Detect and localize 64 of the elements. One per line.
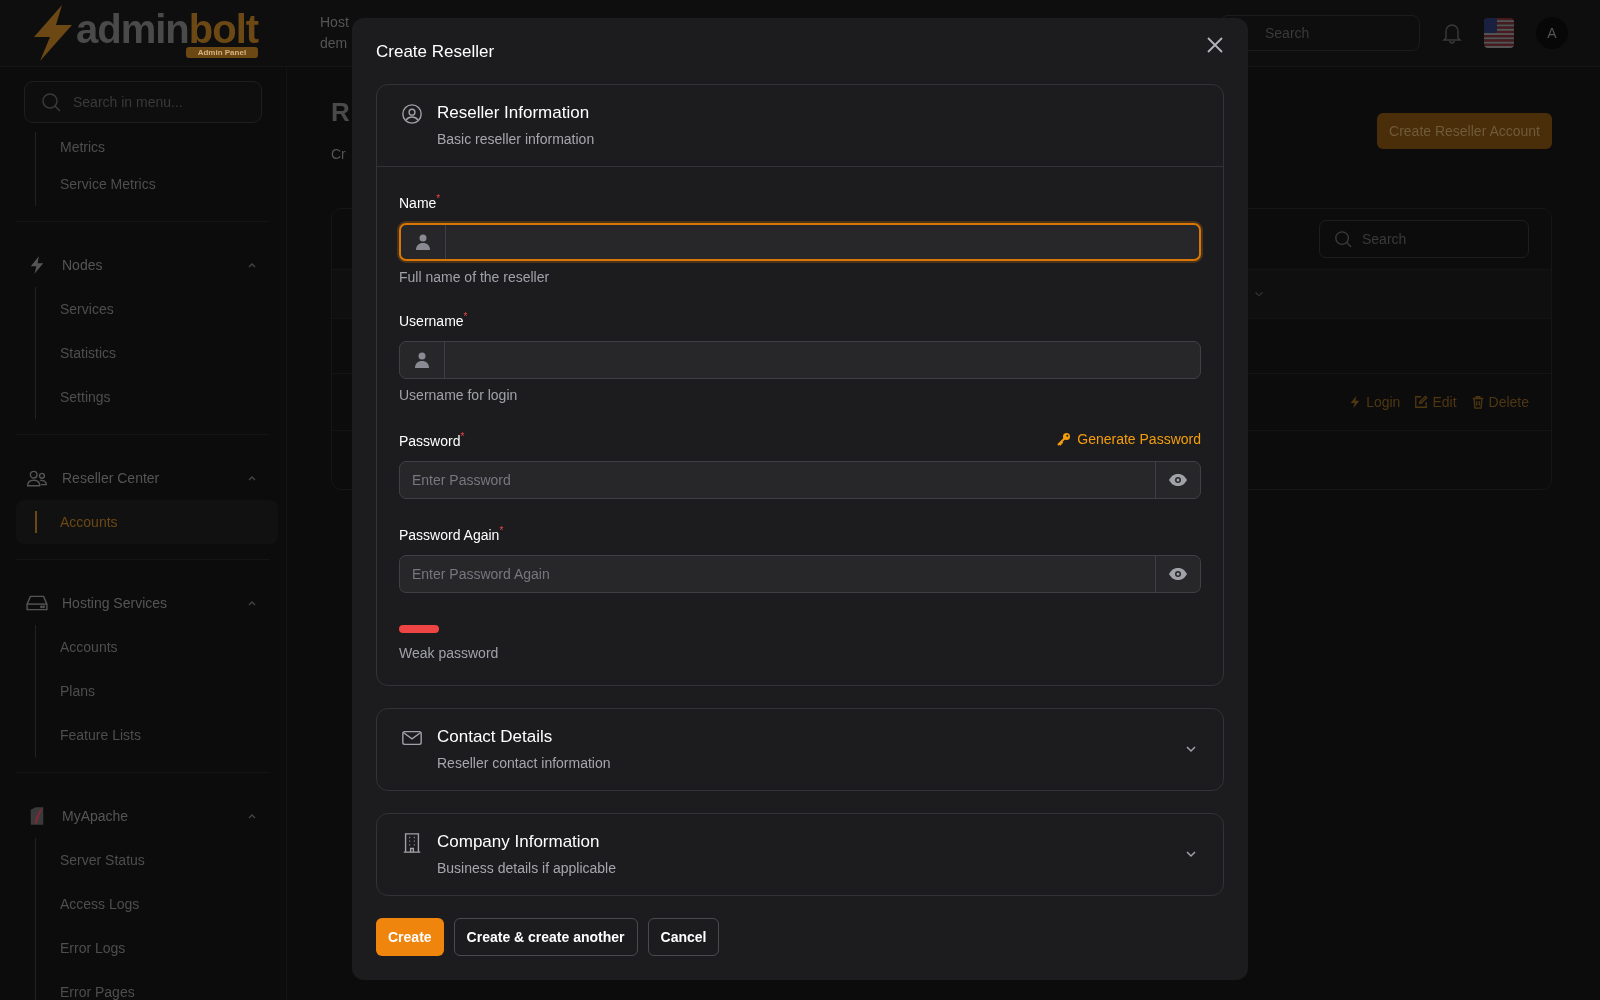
row-action-link[interactable]: Login [1348,394,1401,410]
section-subtitle: Reseller contact information [437,755,611,771]
pencil-square-icon [1414,395,1429,409]
menu-item[interactable]: Error Pages [36,970,270,1000]
menu-item[interactable]: Service Metrics [36,162,270,206]
menu-group-label[interactable]: Nodes [62,257,103,273]
menu-item[interactable]: Accounts [16,500,278,544]
dialog-button[interactable]: Create & create another [453,918,638,956]
required-mark: * [463,311,468,322]
menu-item[interactable]: Plans [36,669,270,713]
row-action-link[interactable]: Delete [1470,394,1529,410]
trash-icon [1470,395,1485,409]
user-circle-icon [401,103,423,125]
flag-icon[interactable] [1484,18,1514,48]
menu-group-label[interactable]: Hosting Services [62,595,168,611]
close-icon[interactable] [1206,36,1224,54]
menu-item[interactable]: Statistics [36,331,270,375]
menu-item[interactable]: Settings [36,375,270,419]
avatar[interactable]: A [1536,17,1568,49]
menu-group-label[interactable]: Reseller Center [62,470,160,486]
field-label: Name [399,195,437,211]
section-subtitle: Basic reseller information [437,131,595,147]
strength-label: Weak password [399,645,500,661]
helper-text: Username for login [399,387,519,403]
key-icon [1057,432,1072,446]
field-label: Password [399,433,461,449]
bell-icon[interactable] [1442,22,1462,44]
page-subtitle: Cr [331,146,347,162]
menu-item[interactable]: Accounts [36,625,270,669]
menu-item[interactable]: Access Logs [36,882,270,926]
dialog-button[interactable]: Cancel [647,918,720,956]
dialog-title: Create Reseller [376,42,495,62]
row-action-link[interactable]: Edit [1414,394,1457,410]
building-icon [401,832,423,854]
section-title: Contact Details [437,727,554,747]
menu-item[interactable]: Error Logs [36,926,270,970]
host-text: dem [320,34,349,53]
menu-item[interactable]: Feature Lists [36,713,270,757]
person-icon [416,234,430,250]
generate-password-link[interactable]: Generate Password [1057,431,1201,447]
create-button[interactable]: Create [376,918,444,956]
search-icon [41,92,61,112]
helper-text: Full name of the reseller [399,269,551,285]
host-text: Host [320,13,350,32]
lightning-icon [32,5,74,61]
section-title: Company Information [437,832,601,852]
menu-item[interactable]: Server Status [36,838,270,882]
section-subtitle: Business details if applicable [437,860,616,876]
search-icon [1334,230,1352,248]
section-title: Reseller Information [437,103,591,123]
logo: adminbolt Admin Panel [76,8,259,58]
field-label: Username [399,313,464,329]
menu-item[interactable]: Metrics [36,132,270,162]
required-mark: * [499,525,504,536]
people-icon [26,468,48,488]
required-mark: * [460,431,465,442]
menu-group-label[interactable]: MyApache [62,808,129,824]
page-title: R [331,97,350,128]
field-label: Password Again [399,527,500,543]
hard-drive-icon [26,593,48,613]
text-field[interactable] [399,223,1201,261]
person-icon [415,352,429,368]
required-mark: * [436,193,441,204]
menu-item[interactable]: Services [36,287,270,331]
